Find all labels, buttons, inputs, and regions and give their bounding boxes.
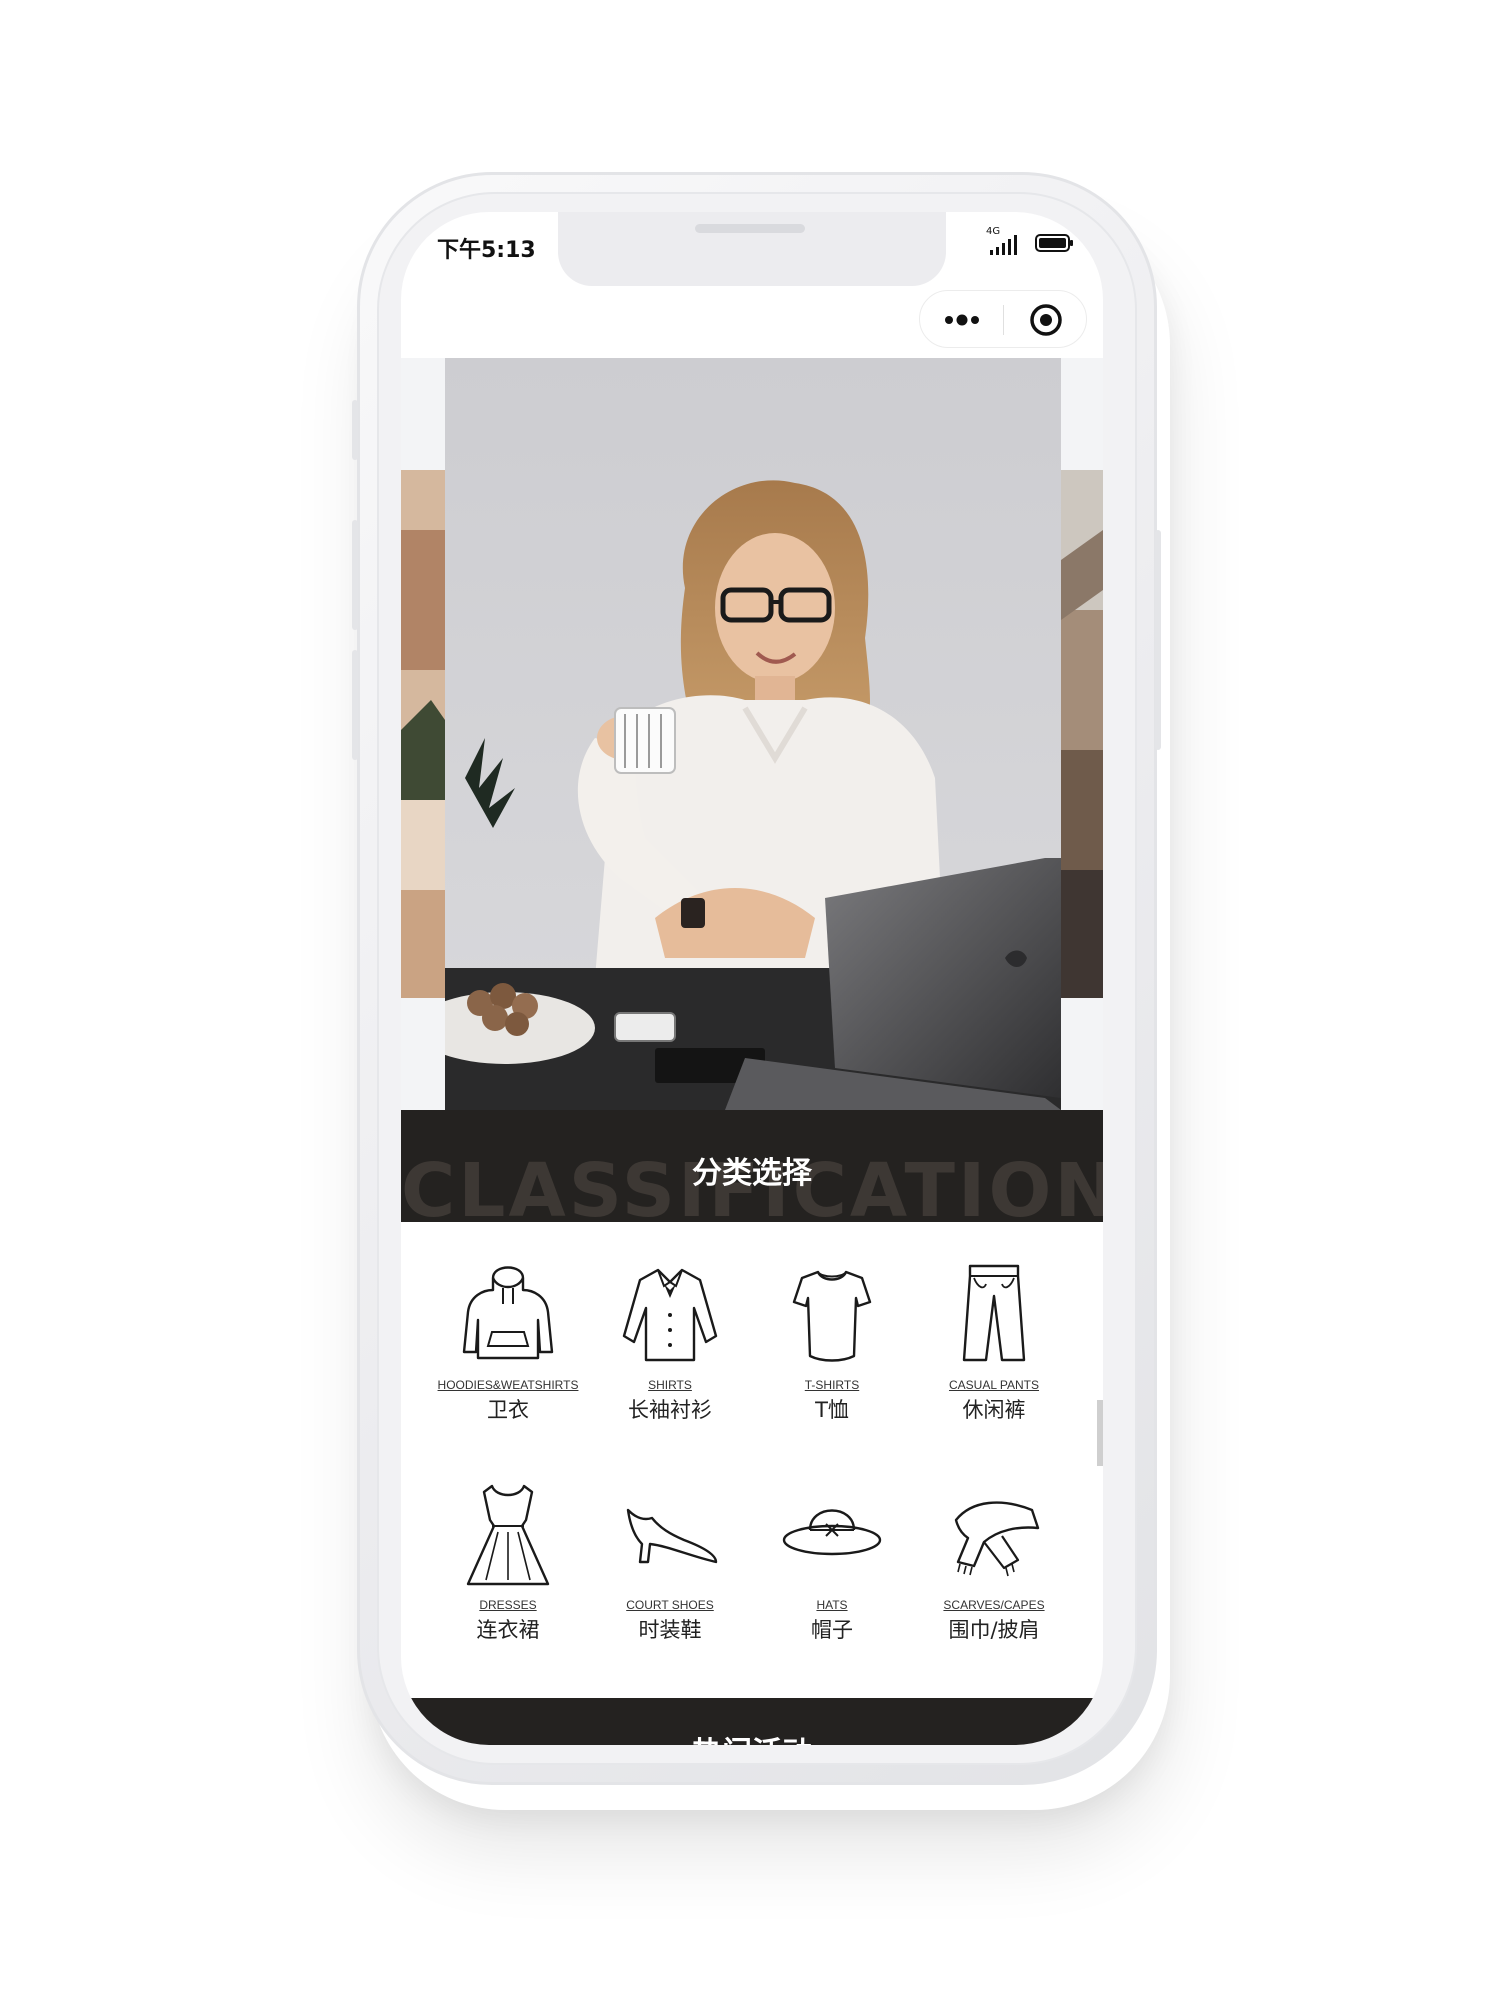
category-scarves[interactable]: SCARVES/CAPES 围巾/披肩 [913,1480,1075,1680]
category-cn-label: T恤 [815,1398,849,1422]
pants-icon [962,1264,1026,1362]
category-cn-label: 时装鞋 [638,1618,702,1642]
tshirt-icon [792,1270,872,1362]
slide-photo-prev [401,470,445,998]
category-grid: HOODIES&WEATSHIRTS 卫衣 SHIRTS 长袖衬衫 T-SHIR… [401,1222,1103,1652]
more-dots-icon [944,314,979,326]
dress-icon [466,1484,550,1586]
close-button[interactable] [1004,291,1088,349]
status-bar: 下午5:13 4G [401,212,1103,286]
category-court-shoes[interactable]: COURT SHOES 时装鞋 [589,1480,751,1680]
hat-icon [782,1509,882,1556]
hot-activities-title: 热门活动 [401,1728,1103,1745]
hoodie-icon [462,1266,554,1360]
category-en-label: HOODIES&WEATSHIRTS [437,1378,579,1392]
carousel-slide-next[interactable] [1061,470,1103,998]
category-en-label: DRESSES [479,1598,537,1612]
category-cn-label: 休闲裤 [962,1398,1026,1422]
hot-activities-banner: 热门活动 [401,1698,1103,1745]
classification-banner: CLASSIFICATION 分类选择 [401,1110,1103,1222]
classification-title: 分类选择 [692,1156,812,1191]
category-en-label: SHIRTS [648,1378,692,1392]
signal-icon [990,235,1017,255]
category-shirts[interactable]: SHIRTS 长袖衬衫 [589,1260,751,1460]
notch [558,212,946,286]
mockup-stage: 下午5:13 4G CLASSIFICATION 分类选择 HOODIES&WE… [0,0,1500,2000]
banner-carousel[interactable] [401,358,1103,1110]
side-button-top [352,400,358,460]
side-button-volume-down [352,650,358,760]
scrollbar[interactable] [1097,1400,1103,1466]
category-cn-label: 卫衣 [487,1398,529,1422]
phone-screen: 下午5:13 4G CLASSIFICATION 分类选择 HOODIES&WE… [401,212,1103,1745]
battery-icon [1035,234,1073,252]
status-time: 下午5:13 [437,238,536,263]
carousel-slide-active[interactable] [445,358,1061,1110]
category-en-label: COURT SHOES [626,1598,714,1612]
category-en-label: SCARVES/CAPES [943,1598,1045,1612]
category-en-label: HATS [816,1598,848,1612]
scarf-icon [954,1501,1040,1577]
slide-photo-next [1061,470,1103,998]
category-tshirts[interactable]: T-SHIRTS T恤 [751,1260,913,1460]
category-hats[interactable]: HATS 帽子 [751,1480,913,1680]
side-button-power [1155,530,1161,750]
carousel-slide-prev[interactable] [401,470,445,998]
side-button-volume-up [352,520,358,630]
more-button[interactable] [920,291,1003,349]
hero-photo [445,358,1061,1110]
category-cn-label: 连衣裙 [476,1618,540,1642]
target-circle-icon [1030,304,1062,336]
mini-program-capsule [919,290,1087,348]
category-en-label: CASUAL PANTS [948,1378,1040,1392]
heel-shoe-icon [626,1508,718,1564]
category-en-label: T-SHIRTS [804,1378,860,1392]
category-cn-label: 长袖衬衫 [628,1398,712,1422]
speaker-icon [695,224,805,233]
category-casual-pants[interactable]: CASUAL PANTS 休闲裤 [913,1260,1075,1460]
category-cn-label: 帽子 [811,1618,853,1642]
category-dresses[interactable]: DRESSES 连衣裙 [427,1480,589,1680]
category-hoodies[interactable]: HOODIES&WEATSHIRTS 卫衣 [427,1260,589,1460]
category-cn-label: 围巾/披肩 [948,1618,1040,1642]
shirt-icon [622,1268,718,1362]
